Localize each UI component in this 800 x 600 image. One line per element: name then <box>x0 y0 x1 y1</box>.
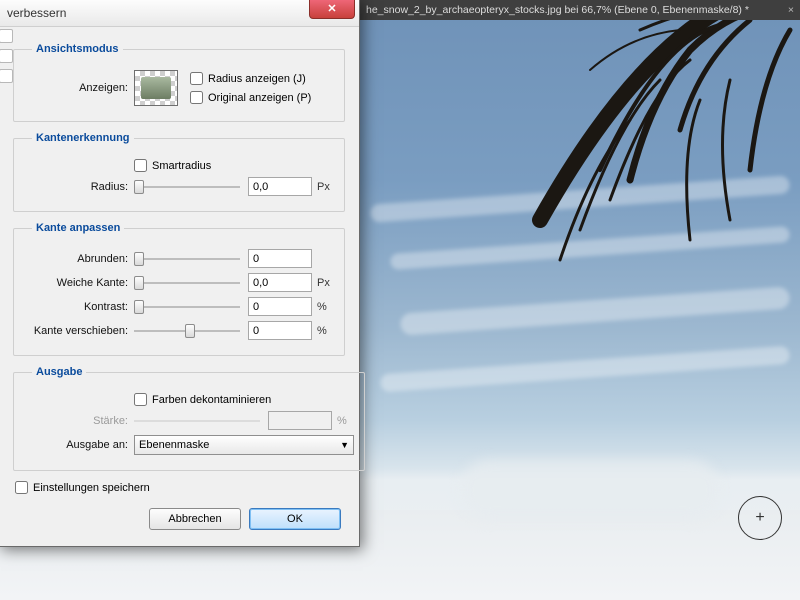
show-radius-label: Radius anzeigen (J) <box>208 73 306 85</box>
amount-input <box>268 411 332 430</box>
output-group: Ausgabe Farben dekontaminieren Stärke: %… <box>13 366 365 471</box>
cloud-streak <box>400 286 791 335</box>
contrast-slider[interactable] <box>134 298 240 316</box>
smooth-slider[interactable] <box>134 250 240 268</box>
close-icon[interactable]: × <box>788 4 794 16</box>
view-mode-legend: Ansichtsmodus <box>32 43 123 55</box>
show-original-checkbox[interactable]: Original anzeigen (P) <box>190 91 311 104</box>
smart-radius-input[interactable] <box>134 159 147 172</box>
edge-detection-group: Kantenerkennung Smartradius Radius: Px <box>13 132 345 212</box>
feather-unit: Px <box>312 277 334 289</box>
chevron-down-icon: ▼ <box>340 440 349 450</box>
amount-slider <box>134 412 260 430</box>
titlebar[interactable]: verbessern ✕ <box>0 0 359 27</box>
output-to-label: Ausgabe an: <box>24 439 134 451</box>
view-preview-button[interactable] <box>134 70 178 106</box>
cancel-button[interactable]: Abbrechen <box>149 508 241 530</box>
feather-slider[interactable] <box>134 274 240 292</box>
radius-input[interactable] <box>248 177 312 196</box>
window-close-button[interactable]: ✕ <box>309 0 355 19</box>
amount-unit: % <box>332 415 354 427</box>
output-to-value: Ebenenmaske <box>139 439 209 451</box>
edge-detection-legend: Kantenerkennung <box>32 132 134 144</box>
amount-label: Stärke: <box>24 415 134 427</box>
output-to-select[interactable]: Ebenenmaske ▼ <box>134 435 354 455</box>
contrast-label: Kontrast: <box>24 301 134 313</box>
tree-branches <box>480 0 800 290</box>
tool-item[interactable] <box>0 49 13 63</box>
document-tab-label: he_snow_2_by_archaeopteryx_stocks.jpg be… <box>366 4 749 16</box>
smooth-input[interactable] <box>248 249 312 268</box>
adjust-edge-legend: Kante anpassen <box>32 222 124 234</box>
dialog-title: verbessern <box>7 6 66 20</box>
refine-edge-dialog: verbessern ✕ Ansichtsmodus Anzeigen: Rad… <box>0 0 360 547</box>
show-original-input[interactable] <box>190 91 203 104</box>
smart-radius-label: Smartradius <box>152 160 211 172</box>
remember-settings-label: Einstellungen speichern <box>33 482 150 494</box>
show-radius-checkbox[interactable]: Radius anzeigen (J) <box>190 72 311 85</box>
shift-edge-input[interactable] <box>248 321 312 340</box>
decontaminate-input[interactable] <box>134 393 147 406</box>
feather-input[interactable] <box>248 273 312 292</box>
decontaminate-label: Farben dekontaminieren <box>152 394 271 406</box>
tool-item[interactable] <box>0 29 13 43</box>
radius-slider[interactable] <box>134 178 240 196</box>
tool-item[interactable] <box>0 69 13 83</box>
contrast-unit: % <box>312 301 334 313</box>
adjust-edge-group: Kante anpassen Abrunden: Weiche Kante: P… <box>13 222 345 356</box>
shift-edge-slider[interactable] <box>134 322 240 340</box>
radius-unit: Px <box>312 181 334 193</box>
feather-label: Weiche Kante: <box>24 277 134 289</box>
brush-cursor-icon: + <box>738 496 782 540</box>
ok-button[interactable]: OK <box>249 508 341 530</box>
cloud-streak <box>380 346 790 393</box>
view-mode-group: Ansichtsmodus Anzeigen: Radius anzeigen … <box>13 43 345 122</box>
show-label: Anzeigen: <box>24 82 134 94</box>
show-radius-input[interactable] <box>190 72 203 85</box>
radius-label: Radius: <box>24 181 134 193</box>
document-tab[interactable]: he_snow_2_by_archaeopteryx_stocks.jpg be… <box>360 0 800 20</box>
output-legend: Ausgabe <box>32 366 86 378</box>
remember-settings-input[interactable] <box>15 481 28 494</box>
mask-stroke <box>460 460 720 520</box>
smart-radius-checkbox[interactable]: Smartradius <box>134 159 211 172</box>
shift-edge-unit: % <box>312 325 334 337</box>
shift-edge-label: Kante verschieben: <box>24 325 134 337</box>
smooth-label: Abrunden: <box>24 253 134 265</box>
remember-settings-checkbox[interactable]: Einstellungen speichern <box>15 481 345 494</box>
tool-strip <box>0 29 13 179</box>
contrast-input[interactable] <box>248 297 312 316</box>
show-original-label: Original anzeigen (P) <box>208 92 311 104</box>
decontaminate-checkbox[interactable]: Farben dekontaminieren <box>134 393 271 406</box>
